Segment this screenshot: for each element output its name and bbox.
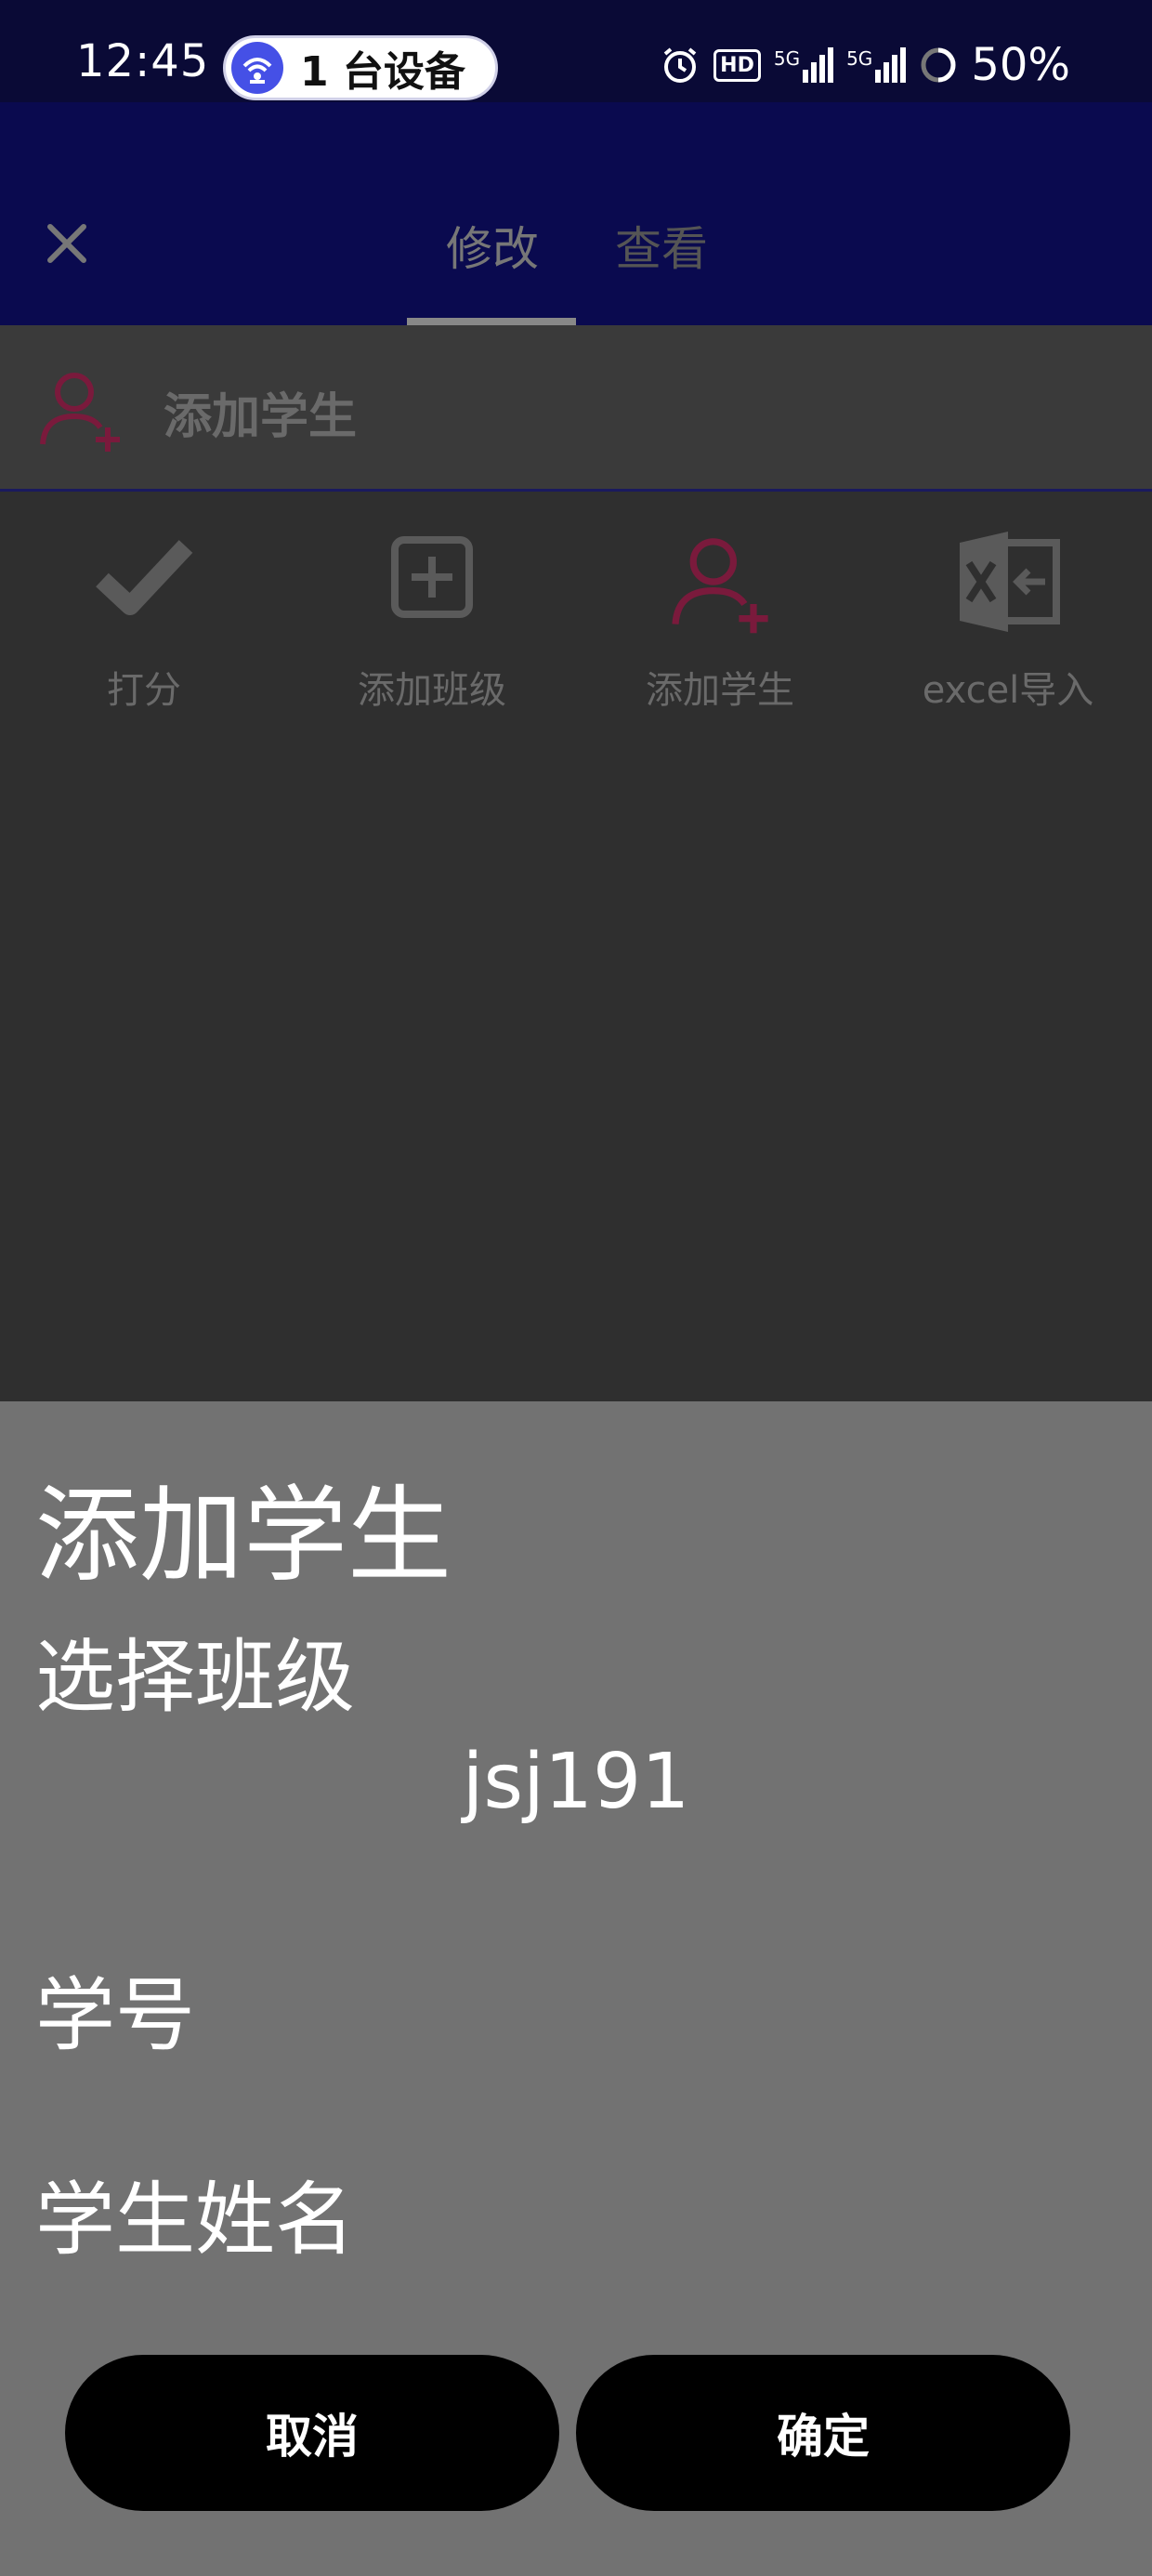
grid-item-label: 打分	[107, 669, 181, 712]
tab-view[interactable]: 查看	[615, 212, 708, 279]
grid-item-label: 添加班级	[358, 669, 506, 712]
plus-box-icon	[391, 536, 473, 618]
hotspot-icon	[231, 42, 283, 94]
student-name-label: 学生姓名	[35, 2174, 355, 2267]
grid-item-score[interactable]: 打分	[0, 493, 288, 725]
student-id-label: 学号	[35, 1969, 195, 2062]
close-icon[interactable]	[37, 214, 97, 273]
grid-item-excel-import[interactable]: excel导入	[864, 493, 1152, 725]
dialog-title: 添加学生	[35, 1476, 452, 1597]
tab-edit[interactable]: 修改	[446, 212, 539, 279]
cancel-button[interactable]: 取消	[65, 2355, 559, 2511]
grid-item-add-student[interactable]: 添加学生	[576, 493, 864, 725]
app-bar: 修改 查看	[0, 102, 1152, 325]
signal-icon-1: 5G	[774, 47, 834, 83]
devices-pill-label: 1 台设备	[300, 48, 465, 96]
student-name-input[interactable]	[372, 2154, 1109, 2258]
status-bar: 12:45 1 台设备 HD 5G 5G 50%	[0, 0, 1152, 102]
add-user-icon	[40, 373, 120, 452]
confirm-button[interactable]: 确定	[576, 2355, 1070, 2511]
hd-badge: HD	[713, 48, 761, 82]
section-header-title: 添加学生	[164, 389, 358, 445]
student-id-input[interactable]	[232, 1950, 1109, 2054]
signal-icon-2: 5G	[846, 47, 907, 83]
status-time: 12:45	[76, 35, 210, 87]
grid-item-add-class[interactable]: 添加班级	[288, 493, 576, 725]
excel-icon	[960, 532, 1060, 632]
tab-indicator	[407, 318, 576, 325]
battery-level: 50%	[971, 39, 1070, 91]
status-icons: HD 5G 5G 50%	[660, 37, 1070, 93]
grid-item-label: 添加学生	[646, 669, 794, 712]
add-user-icon	[672, 538, 768, 634]
action-grid: 打分 添加班级 添加学生 excel导入	[0, 493, 1152, 725]
battery-icon	[921, 47, 956, 83]
class-select-label: 选择班级	[35, 1631, 355, 1724]
grid-item-label: excel导入	[922, 669, 1094, 712]
section-header: 添加学生	[0, 325, 1152, 492]
alarm-icon	[663, 47, 697, 83]
check-icon	[96, 540, 193, 615]
add-student-dialog: 添加学生 选择班级 jsj191 学号 学生姓名 取消 确定	[0, 1401, 1152, 2576]
class-select[interactable]: jsj191	[0, 1738, 1152, 1826]
devices-pill[interactable]: 1 台设备	[223, 35, 498, 100]
